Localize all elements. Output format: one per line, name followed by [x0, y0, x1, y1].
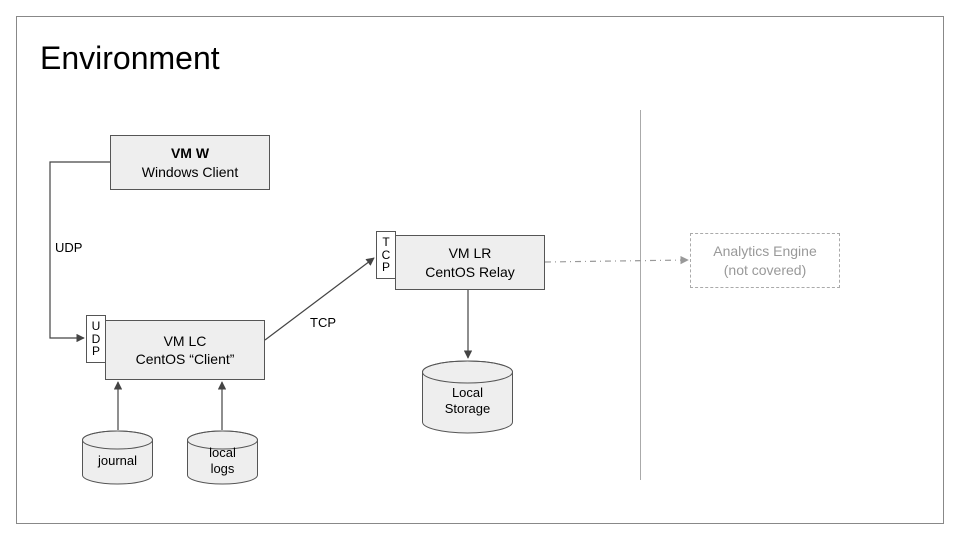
boundary-line: [640, 110, 641, 480]
node-vm-lr-title: VM LR: [396, 244, 544, 262]
node-vm-w-subtitle: Windows Client: [111, 163, 269, 181]
tag-udp: U D P: [86, 315, 106, 363]
node-vm-lc-title: VM LC: [106, 332, 264, 350]
node-vm-lr-subtitle: CentOS Relay: [396, 263, 544, 281]
cylinder-local-storage-label: Local Storage: [445, 379, 491, 416]
node-vm-lr: VM LR CentOS Relay: [395, 235, 545, 290]
node-vm-lc: VM LC CentOS “Client”: [105, 320, 265, 380]
cylinder-journal: journal: [80, 430, 155, 485]
analytics-line2: (not covered): [691, 261, 839, 279]
cylinder-local-storage: Local Storage: [420, 360, 515, 435]
node-analytics-engine: Analytics Engine (not covered): [690, 233, 840, 288]
edge-label-udp: UDP: [55, 240, 82, 255]
cylinder-local-logs: local logs: [185, 430, 260, 485]
analytics-line1: Analytics Engine: [691, 242, 839, 260]
node-vm-w: VM W Windows Client: [110, 135, 270, 190]
tag-tcp: T C P: [376, 231, 396, 279]
node-vm-lc-subtitle: CentOS “Client”: [106, 350, 264, 368]
cylinder-local-logs-label: local logs: [209, 439, 236, 476]
cylinder-journal-label: journal: [98, 447, 137, 469]
page-title: Environment: [40, 40, 220, 77]
node-vm-w-title: VM W: [111, 144, 269, 162]
edge-label-tcp: TCP: [310, 315, 336, 330]
